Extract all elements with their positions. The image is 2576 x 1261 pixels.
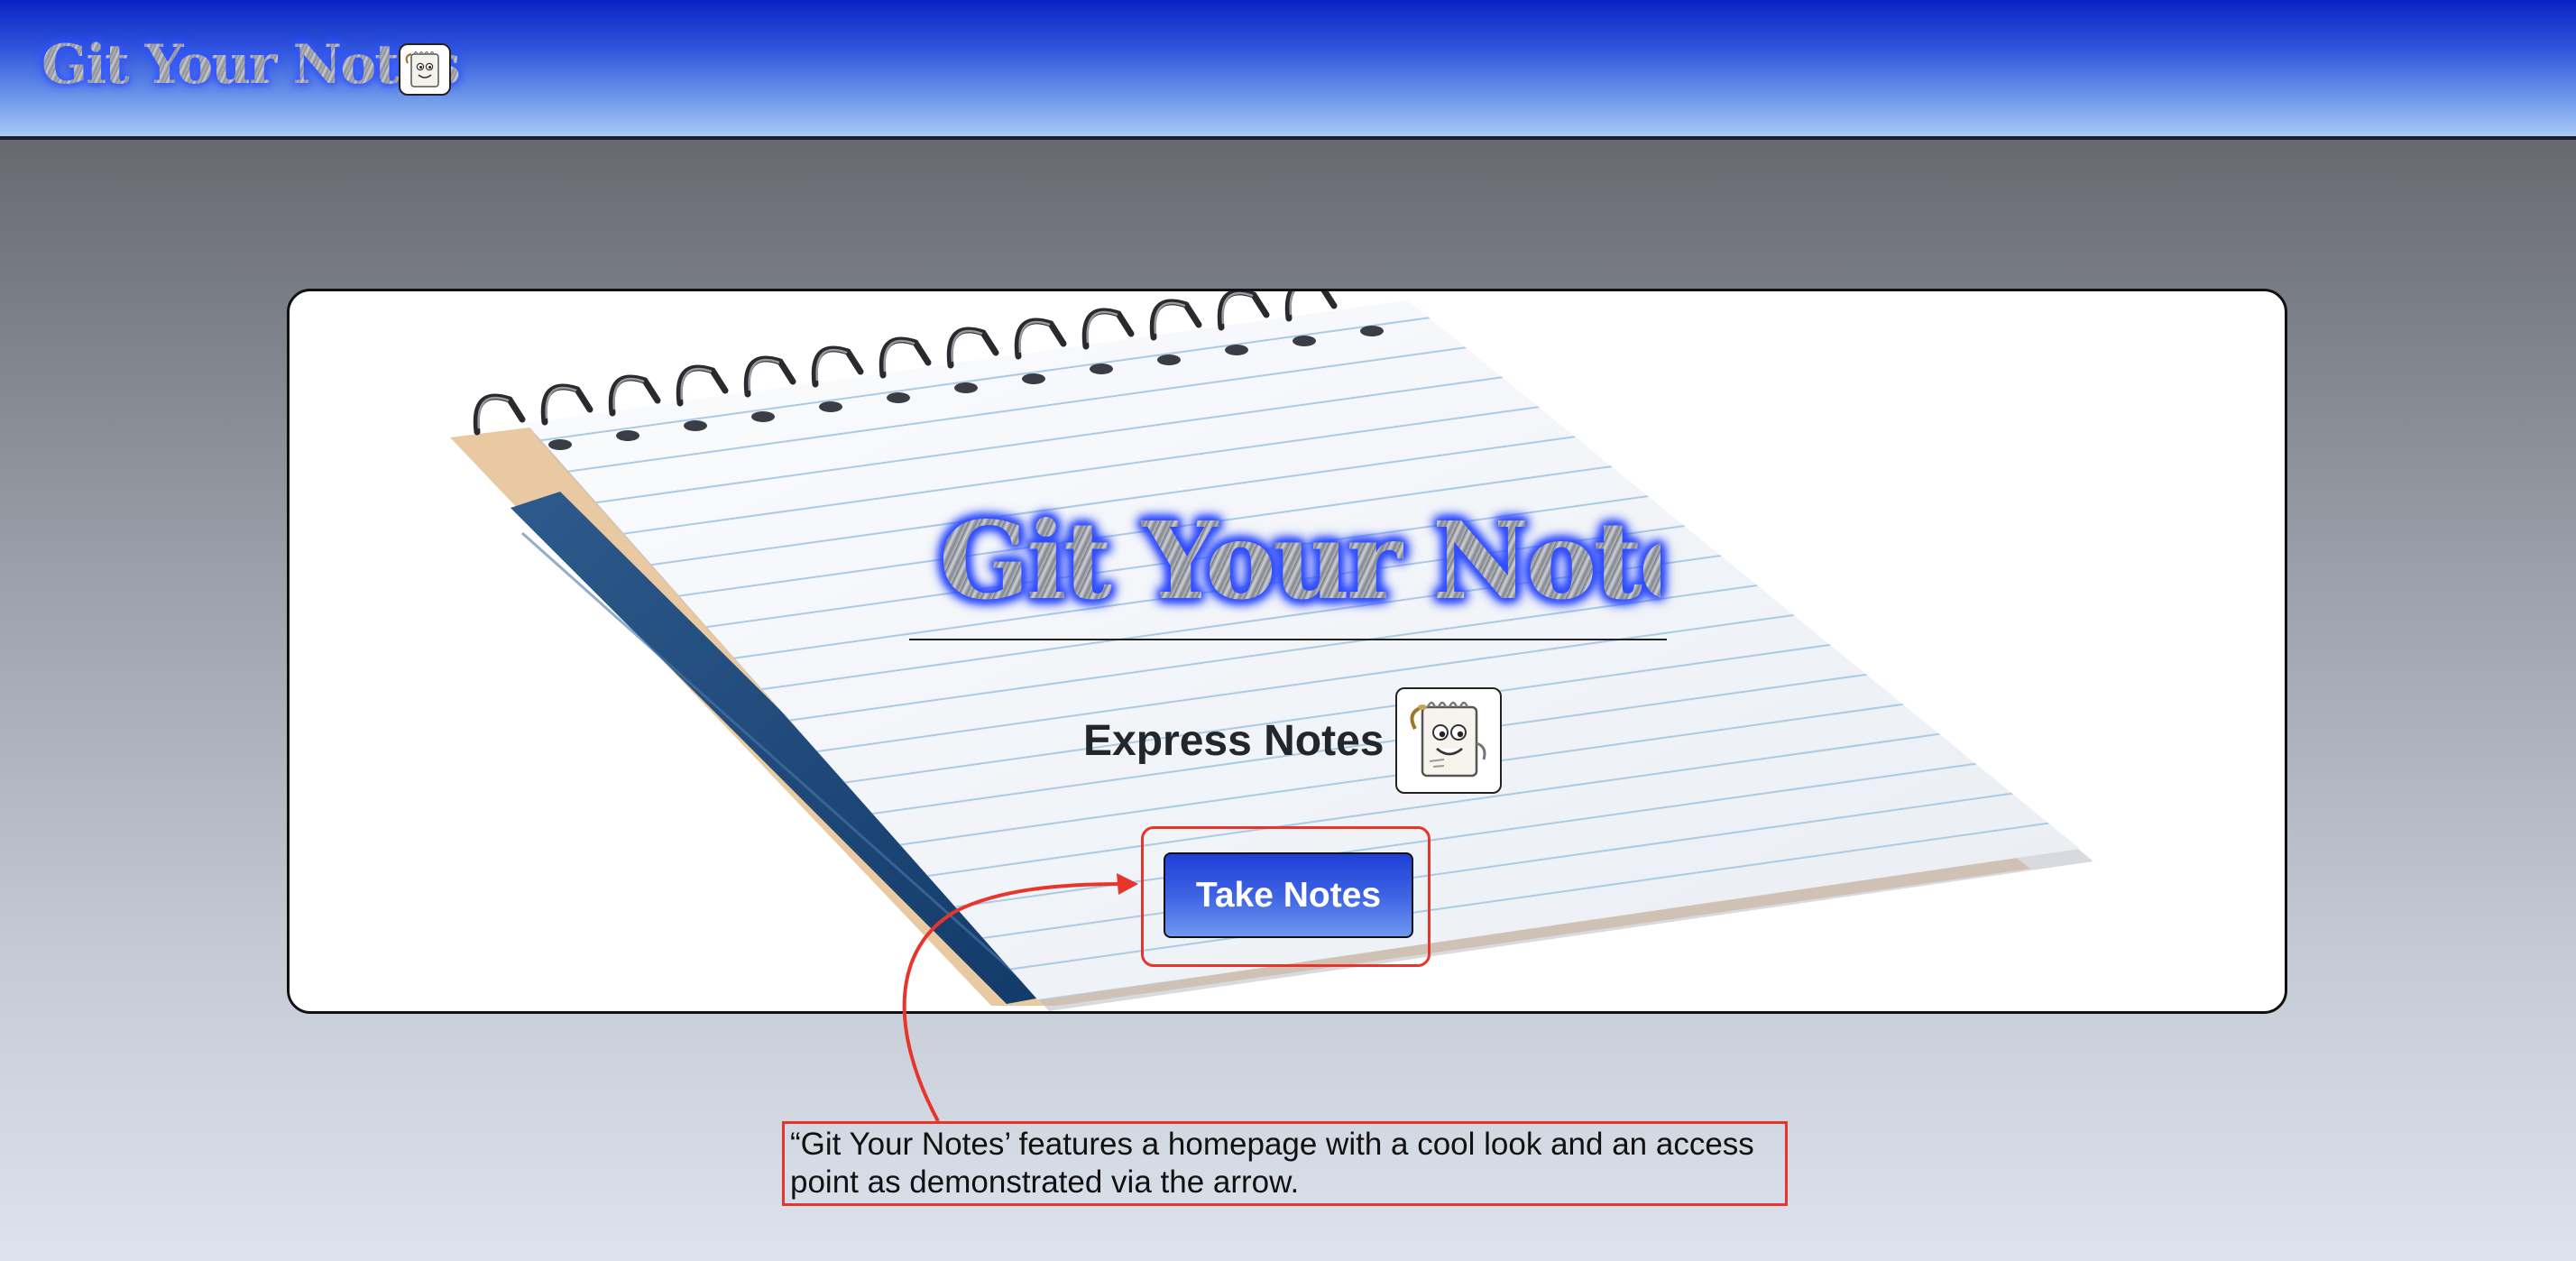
notepad-mascot-icon (1394, 687, 1502, 794)
annotation-caption: “Git Your Notes’ features a homepage wit… (782, 1121, 1788, 1206)
hero-divider (909, 639, 1667, 640)
take-notes-button[interactable]: Take Notes (1164, 852, 1413, 938)
top-navbar: Git Your Notes (0, 0, 2576, 140)
brand-logo-text[interactable]: Git Your Notes (41, 38, 461, 92)
notepad-mascot-icon[interactable] (399, 43, 451, 96)
express-notes-label: Express Notes (1083, 716, 1385, 765)
hero-title: Git Your Notes (939, 498, 1763, 623)
express-notes-row: Express Notes (1083, 686, 1502, 795)
hero-card: Git Your Notes Express Notes Take Notes (287, 289, 2287, 1014)
